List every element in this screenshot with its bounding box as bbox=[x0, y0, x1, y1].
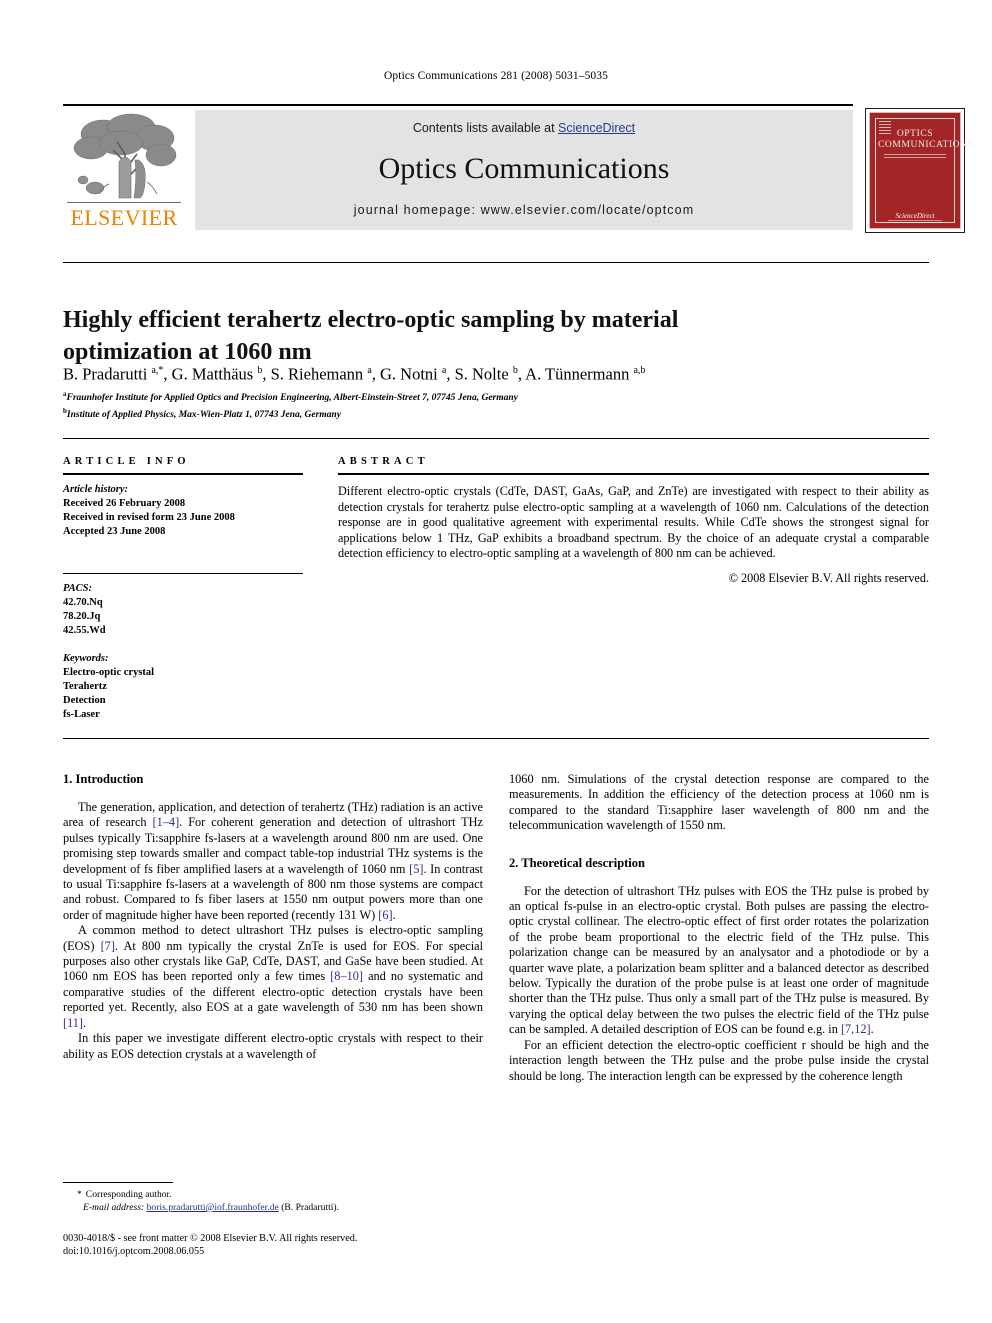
article-info-separator bbox=[63, 573, 303, 574]
footnote-block: * Corresponding author. E-mail address: b… bbox=[63, 1188, 483, 1214]
affiliation-list: aFraunhofer Institute for Applied Optics… bbox=[63, 388, 929, 421]
body-column-left: 1. Introduction The generation, applicat… bbox=[63, 772, 483, 1062]
sciencedirect-link[interactable]: ScienceDirect bbox=[558, 121, 635, 135]
abstract-column: ABSTRACT Different electro-optic crystal… bbox=[338, 456, 929, 586]
panel-top-rule bbox=[63, 438, 929, 439]
pacs-item: 42.70.Nq bbox=[63, 597, 103, 608]
affiliation-b-text: Institute of Applied Physics, Max-Wien-P… bbox=[66, 409, 341, 420]
cover-bottom-rule bbox=[888, 220, 942, 223]
journal-article-page: Optics Communications 281 (2008) 5031–50… bbox=[0, 0, 992, 1323]
cover-background: OPTICS COMMUNICATIONS ScienceDirect bbox=[869, 112, 974, 229]
article-history-label: Article history: bbox=[63, 484, 129, 495]
footer-imprint-block: 0030-4018/$ - see front matter © 2008 El… bbox=[63, 1232, 523, 1258]
elsevier-logo: ELSEVIER bbox=[63, 110, 185, 230]
pacs-item: 78.20.Jq bbox=[63, 611, 101, 622]
pacs-label: PACS: bbox=[63, 583, 92, 594]
email-label: E-mail address: bbox=[83, 1202, 145, 1213]
elsevier-ground-rule bbox=[67, 202, 181, 203]
elsevier-tree-icon bbox=[73, 113, 177, 199]
panel-bottom-rule bbox=[63, 738, 929, 739]
journal-title: Optics Communications bbox=[378, 152, 670, 185]
author-list: B. Pradarutti a,*, G. Matthäus b, S. Rie… bbox=[63, 364, 646, 384]
contents-available-line: Contents lists available at ScienceDirec… bbox=[195, 121, 853, 135]
keyword-item: fs-Laser bbox=[63, 709, 100, 720]
elsevier-wordmark: ELSEVIER bbox=[70, 205, 178, 230]
section-heading-introduction: 1. Introduction bbox=[63, 772, 144, 786]
contents-prefix: Contents lists available at bbox=[412, 121, 559, 135]
journal-homepage-line[interactable]: journal homepage: www.elsevier.com/locat… bbox=[195, 203, 853, 217]
abstract-copyright: © 2008 Elsevier B.V. All rights reserved… bbox=[728, 570, 929, 585]
footer-doi: doi:10.1016/j.optcom.2008.06.055 bbox=[63, 1246, 205, 1257]
page-title: Highly efficient terahertz electro-optic… bbox=[63, 307, 679, 366]
masthead-top-rule bbox=[63, 104, 853, 106]
email-link[interactable]: boris.pradarutti@iof.fraunhofer.de bbox=[147, 1202, 279, 1213]
theory-paragraph-1: For the detection of ultrashort THz puls… bbox=[509, 883, 929, 1037]
running-head: Optics Communications 281 (2008) 5031–50… bbox=[384, 70, 608, 82]
journal-masthead: ELSEVIER Contents lists available at Sci… bbox=[63, 104, 973, 233]
history-item: Accepted 23 June 2008 bbox=[63, 526, 166, 537]
cover-title-line2: COMMUNICATIONS bbox=[878, 140, 974, 150]
journal-band: Contents lists available at ScienceDirec… bbox=[195, 110, 853, 230]
keyword-item: Electro-optic crystal bbox=[63, 667, 155, 678]
footer-front-matter: 0030-4018/$ - see front matter © 2008 El… bbox=[63, 1233, 358, 1244]
affiliation-b: bInstitute of Applied Physics, Max-Wien-… bbox=[63, 406, 341, 420]
pacs-block: PACS: 42.70.Nq 78.20.Jq 42.55.Wd bbox=[63, 582, 303, 638]
article-info-kicker: ARTICLE INFO bbox=[63, 456, 190, 467]
email-note: E-mail address: boris.pradarutti@iof.fra… bbox=[63, 1201, 483, 1214]
email-owner: (B. Pradarutti). bbox=[281, 1202, 340, 1213]
article-history-block: Article history: Received 26 February 20… bbox=[63, 483, 303, 539]
affiliation-a: aFraunhofer Institute for Applied Optics… bbox=[63, 390, 518, 404]
title-separator-rule bbox=[63, 262, 929, 263]
cover-title: OPTICS COMMUNICATIONS bbox=[878, 129, 974, 151]
asterisk-icon: * bbox=[77, 1189, 82, 1200]
article-info-kicker-rule bbox=[63, 473, 303, 475]
corresponding-author-text: Corresponding author. bbox=[85, 1189, 172, 1200]
corresponding-author-note: * Corresponding author. bbox=[63, 1188, 483, 1201]
cover-subtitle-lines bbox=[884, 154, 946, 159]
affiliation-a-text: Fraunhofer Institute for Applied Optics … bbox=[66, 393, 518, 404]
intro-paragraph-1: The generation, application, and detecti… bbox=[63, 800, 483, 922]
cover-sciencedirect-label: ScienceDirect bbox=[895, 212, 935, 220]
article-info-column: ARTICLE INFO Article history: Received 2… bbox=[63, 456, 303, 722]
history-item: Received 26 February 2008 bbox=[63, 498, 186, 509]
abstract-kicker: ABSTRACT bbox=[338, 456, 429, 467]
intro-paragraph-3: In this paper we investigate different e… bbox=[63, 1031, 483, 1061]
keyword-item: Terahertz bbox=[63, 681, 107, 692]
cover-title-line1: OPTICS bbox=[896, 129, 934, 139]
footnote-separator-rule bbox=[63, 1182, 173, 1183]
history-item: Received in revised form 23 June 2008 bbox=[63, 512, 235, 523]
intro-paragraph-3-continued: 1060 nm. Simulations of the crystal dete… bbox=[509, 772, 929, 833]
keywords-label: Keywords: bbox=[63, 653, 109, 664]
keyword-item: Detection bbox=[63, 695, 106, 706]
intro-paragraph-2: A common method to detect ultrashort THz… bbox=[63, 923, 483, 1030]
section-heading-theoretical-description: 2. Theoretical description bbox=[509, 855, 645, 870]
pacs-item: 42.55.Wd bbox=[63, 625, 106, 636]
body-column-right: 1060 nm. Simulations of the crystal dete… bbox=[509, 772, 929, 1084]
abstract-text: Different electro-optic crystals (CdTe, … bbox=[338, 484, 929, 561]
abstract-kicker-rule bbox=[338, 473, 929, 475]
keywords-block: Keywords: Electro-optic crystal Terahert… bbox=[63, 652, 303, 722]
theory-paragraph-2: For an efficient detection the electro-o… bbox=[509, 1037, 929, 1083]
journal-cover-thumbnail[interactable]: OPTICS COMMUNICATIONS ScienceDirect bbox=[865, 108, 974, 233]
